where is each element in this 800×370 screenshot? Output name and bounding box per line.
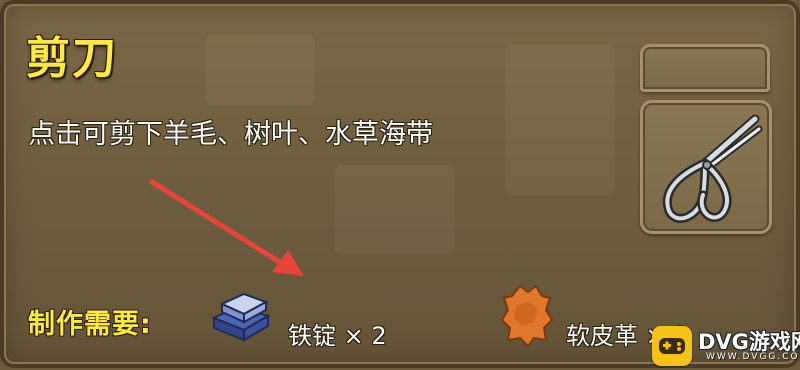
site-watermark: DVG游戏网 WWW.DVGG.COM <box>652 322 800 368</box>
material-count: × 2 <box>343 322 387 350</box>
watermark-subtext: WWW.DVGG.COM <box>706 352 800 362</box>
iron-ingot-icon <box>211 292 271 342</box>
soft-leather-icon <box>501 285 553 347</box>
red-arrow-annotation <box>149 179 304 276</box>
item-title: 剪刀 <box>26 33 118 84</box>
empty-slot[interactable] <box>640 44 770 92</box>
material-name: 软皮革 <box>566 322 638 350</box>
bg-tile <box>334 164 456 256</box>
item-slot[interactable] <box>640 100 772 234</box>
bg-tile <box>504 44 616 196</box>
item-tooltip-panel: 剪刀 点击可剪下羊毛、树叶、水草海带 制作需要: 铁锭 × 2 软皮革 DVG游… <box>0 0 800 368</box>
recipe-label: 制作需要: <box>28 309 152 340</box>
scissors-icon <box>662 114 763 223</box>
material-iron: 铁锭 × 2 <box>288 316 387 351</box>
gamepad-logo-icon <box>652 326 692 366</box>
bg-tile <box>204 34 316 106</box>
item-description: 点击可剪下羊毛、树叶、水草海带 <box>28 119 433 150</box>
material-name: 铁锭 <box>288 322 336 350</box>
